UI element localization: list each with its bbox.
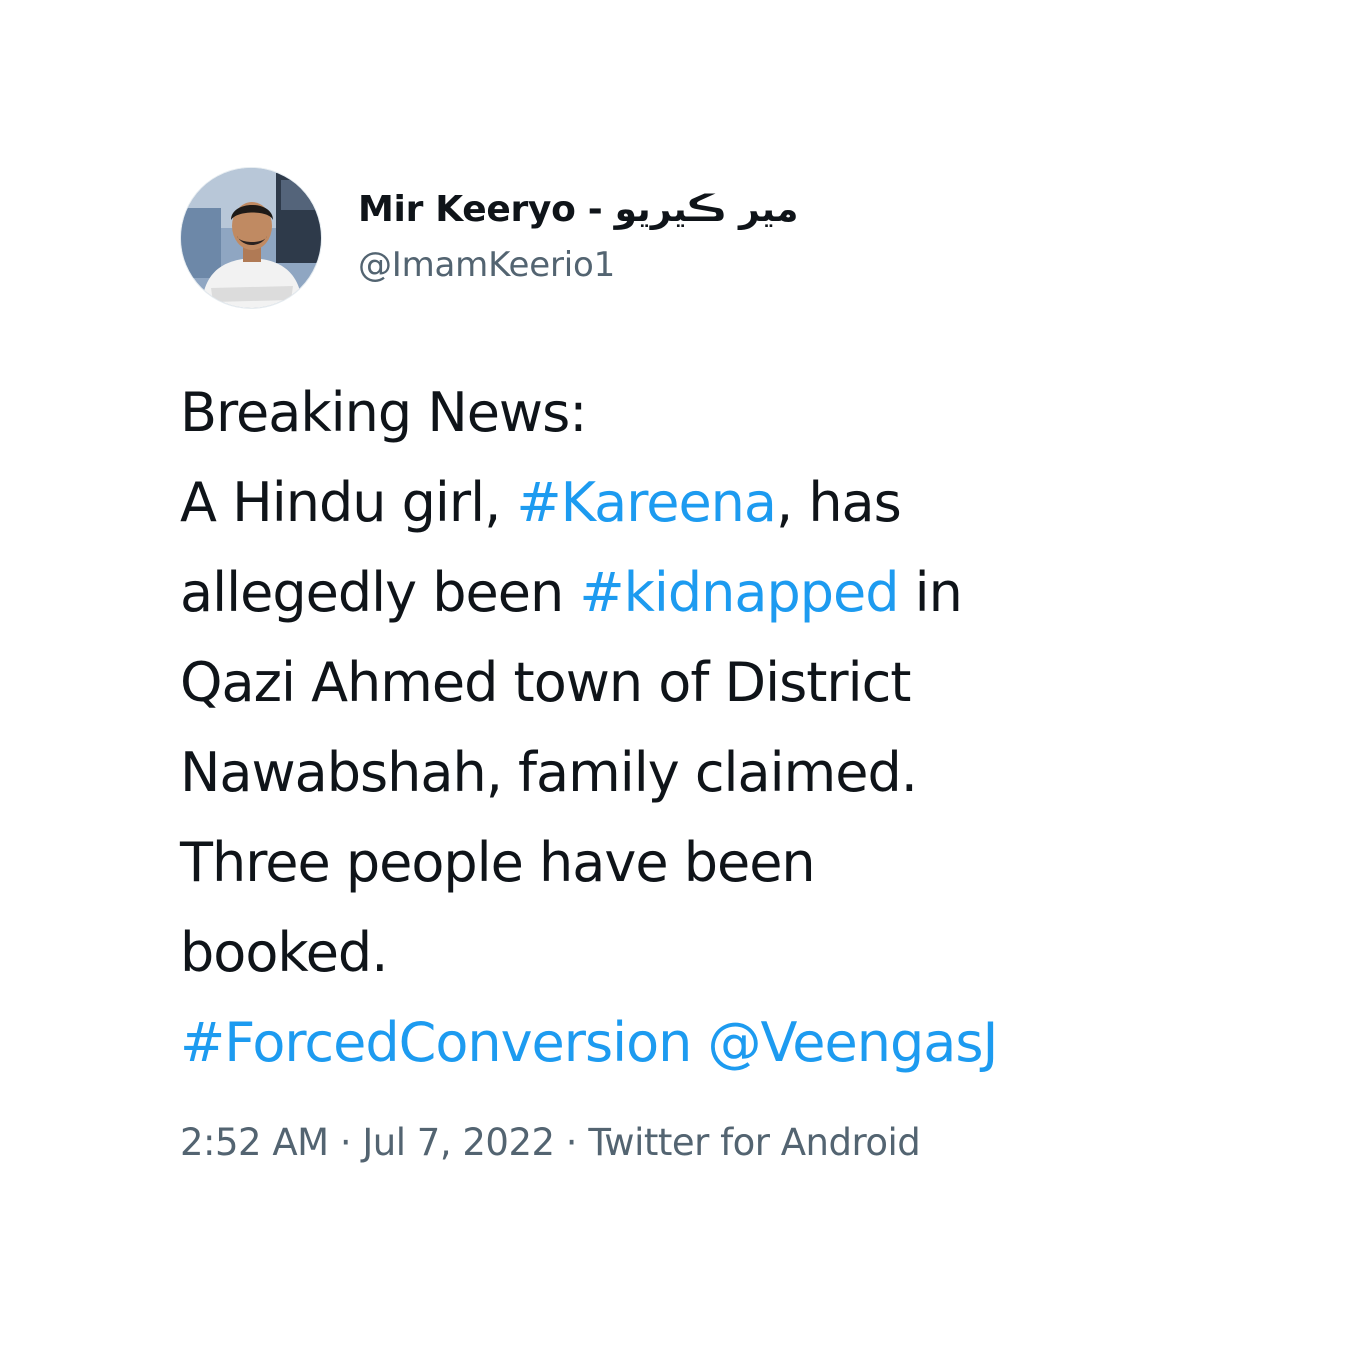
tweet-text-line: allegedly been #kidnapped in: [180, 548, 1180, 638]
tweet-card: Mir Keeryo - مير ڪيريو @ImamKeerio1 Brea…: [180, 166, 1180, 1168]
meta-separator: ·: [328, 1121, 363, 1164]
tweet-time[interactable]: 2:52 AM: [180, 1121, 329, 1164]
hashtag-link[interactable]: #ForcedConversion: [180, 1011, 692, 1074]
tweet-text-segment: A Hindu girl,: [180, 471, 517, 534]
tweet-text-line: Qazi Ahmed town of District: [180, 638, 1180, 728]
tweet-header: Mir Keeryo - مير ڪيريو @ImamKeerio1: [180, 166, 1180, 310]
tweet-text-line: A Hindu girl, #Kareena, has: [180, 458, 1180, 548]
tweet-text-line: booked.: [180, 908, 1180, 998]
author-display-name[interactable]: Mir Keeryo - مير ڪيريو: [358, 186, 799, 234]
tweet-text-line: Three people have been: [180, 818, 1180, 908]
meta-separator: ·: [554, 1121, 589, 1164]
tweet-text-segment: [691, 1011, 707, 1074]
tweet-text: Breaking News: A Hindu girl, #Kareena, ha…: [180, 368, 1180, 1088]
tweet-text-segment: Qazi Ahmed town of District: [180, 651, 911, 714]
tweet-text-line: Breaking News:: [180, 368, 1180, 458]
avatar[interactable]: [180, 167, 322, 309]
tweet-text-segment: Three people have been: [180, 831, 816, 894]
tweet-text-segment: allegedly been: [180, 561, 580, 624]
tweet-text-segment: Nawabshah, family claimed.: [180, 741, 918, 804]
mention-link[interactable]: @VeengasJ: [708, 1011, 999, 1074]
tweet-text-line: #ForcedConversion @VeengasJ: [180, 998, 1180, 1088]
tweet-text-segment: , has: [776, 471, 902, 534]
tweet-text-segment: in: [898, 561, 963, 624]
tweet-meta: 2:52 AM · Jul 7, 2022 · Twitter for Andr…: [180, 1118, 1180, 1168]
tweet-source[interactable]: Twitter for Android: [588, 1121, 920, 1164]
avatar-photo-icon: [181, 168, 321, 308]
hashtag-link[interactable]: #kidnapped: [579, 561, 899, 624]
author-handle[interactable]: @ImamKeerio1: [358, 240, 798, 290]
author-names: Mir Keeryo - مير ڪيريو @ImamKeerio1: [358, 186, 799, 290]
tweet-text-line: Nawabshah, family claimed.: [180, 728, 1180, 818]
hashtag-link[interactable]: #Kareena: [516, 471, 777, 534]
tweet-date[interactable]: Jul 7, 2022: [362, 1121, 555, 1164]
tweet-text-segment: Breaking News:: [180, 381, 587, 444]
tweet-text-segment: booked.: [180, 921, 388, 984]
